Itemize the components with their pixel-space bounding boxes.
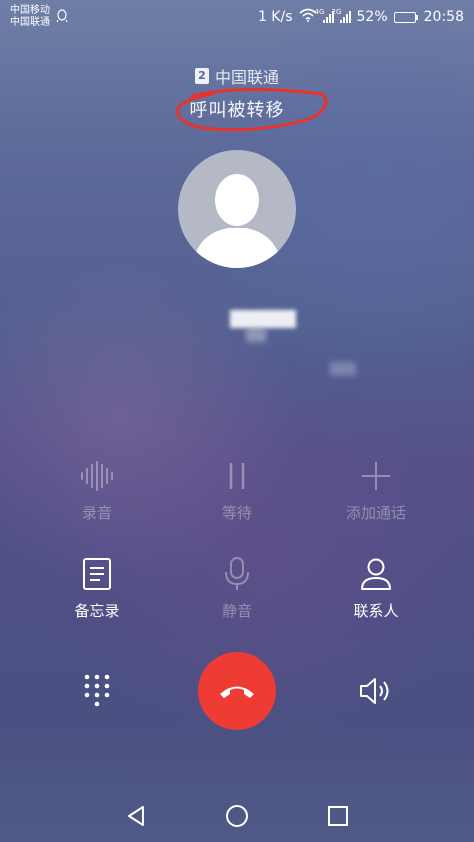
notes-button[interactable]: 备忘录 xyxy=(37,556,157,621)
back-triangle-icon xyxy=(127,806,144,826)
end-call-button[interactable] xyxy=(198,652,276,730)
contact-avatar xyxy=(178,150,296,268)
contact-name-redacted-2 xyxy=(246,328,266,342)
waveform-icon xyxy=(37,458,157,494)
microphone-icon xyxy=(177,556,297,592)
record-label: 录音 xyxy=(81,504,112,522)
call-status-wrap: 呼叫被转移 xyxy=(175,87,328,132)
record-button[interactable]: 录音 xyxy=(37,458,157,523)
carrier-names: 中国移动 中国联通 xyxy=(10,5,50,29)
hang-up-icon xyxy=(220,686,254,698)
back-button[interactable] xyxy=(116,796,156,836)
speaker-button[interactable] xyxy=(353,668,399,714)
add-call-label: 添加通话 xyxy=(345,504,406,522)
network-speed: 1 K/s xyxy=(257,9,293,25)
carrier-1-label: 中国移动 xyxy=(10,5,50,16)
dialpad-icon xyxy=(84,674,110,707)
qq-icon xyxy=(56,8,68,27)
add-call-button[interactable]: 添加通话 xyxy=(316,458,436,523)
battery-percent: 52% xyxy=(356,9,388,25)
carrier-2-label: 中国联通 xyxy=(10,17,50,28)
contacts-button[interactable]: 联系人 xyxy=(316,556,436,621)
plus-icon xyxy=(316,458,436,494)
recents-square-icon xyxy=(328,806,349,826)
clock: 20:58 xyxy=(423,9,464,25)
signal-2-icon: 2G xyxy=(332,8,351,23)
contact-number-redacted xyxy=(330,362,356,376)
call-status: 呼叫被转移 xyxy=(189,100,285,121)
mute-label: 静音 xyxy=(221,602,252,620)
battery-icon xyxy=(393,11,418,23)
speaker-icon xyxy=(360,678,389,704)
pause-icon xyxy=(177,458,297,494)
system-nav-bar xyxy=(0,790,474,842)
call-header: 2 中国联通 呼叫被转移 xyxy=(0,64,474,132)
contacts-label: 联系人 xyxy=(353,602,399,620)
status-bar: 中国移动 中国联通 1 K/s 4G 2G 52% 20:58 xyxy=(0,0,474,34)
network-type-1: 4G xyxy=(314,8,325,16)
home-circle-icon xyxy=(225,805,248,827)
person-icon xyxy=(316,556,436,592)
person-silhouette-icon xyxy=(192,174,282,268)
hold-button[interactable]: 等待 xyxy=(177,458,297,523)
network-type-2: 2G xyxy=(331,8,342,16)
home-button[interactable] xyxy=(217,796,257,836)
mute-button[interactable]: 静音 xyxy=(177,556,297,621)
memo-icon xyxy=(37,556,157,592)
contact-name-redacted xyxy=(230,310,296,328)
recents-button[interactable] xyxy=(318,796,358,836)
hold-label: 等待 xyxy=(221,504,252,522)
dialpad-button[interactable] xyxy=(74,668,120,714)
notes-label: 备忘录 xyxy=(74,602,120,620)
